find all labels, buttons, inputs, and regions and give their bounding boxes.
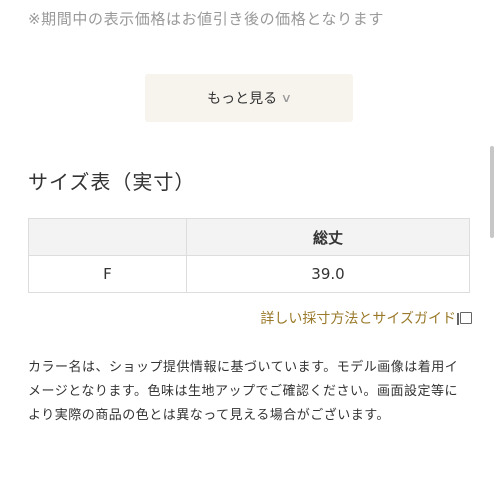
scrollbar-thumb[interactable] xyxy=(490,146,494,238)
size-guide-label: 詳しい採寸方法とサイズガイド xyxy=(260,311,456,327)
table-row: F 39.0 xyxy=(28,255,470,293)
external-window-icon xyxy=(457,312,472,325)
table-header-total-length: 総丈 xyxy=(186,218,470,256)
size-chart-title: サイズ表（実寸） xyxy=(28,170,196,194)
show-more-label: もっと見る xyxy=(207,91,278,107)
collapse-fade-overlay xyxy=(0,26,498,62)
chevron-down-icon: ∨ xyxy=(280,91,293,105)
table-header-row: 総丈 xyxy=(28,218,470,256)
color-disclaimer-text: カラー名は、ショップ提供情報に基づいています。モデル画像は着用イメージとなります… xyxy=(28,360,459,423)
table-cell-size: F xyxy=(28,255,187,293)
table-cell-total-length: 39.0 xyxy=(186,255,470,293)
size-chart-table: 総丈 F 39.0 xyxy=(28,218,470,293)
size-guide-link[interactable]: 詳しい採寸方法とサイズガイド xyxy=(260,308,472,328)
show-more-button[interactable]: もっと見る ∨ xyxy=(145,74,353,122)
table-header-corner xyxy=(28,218,187,256)
